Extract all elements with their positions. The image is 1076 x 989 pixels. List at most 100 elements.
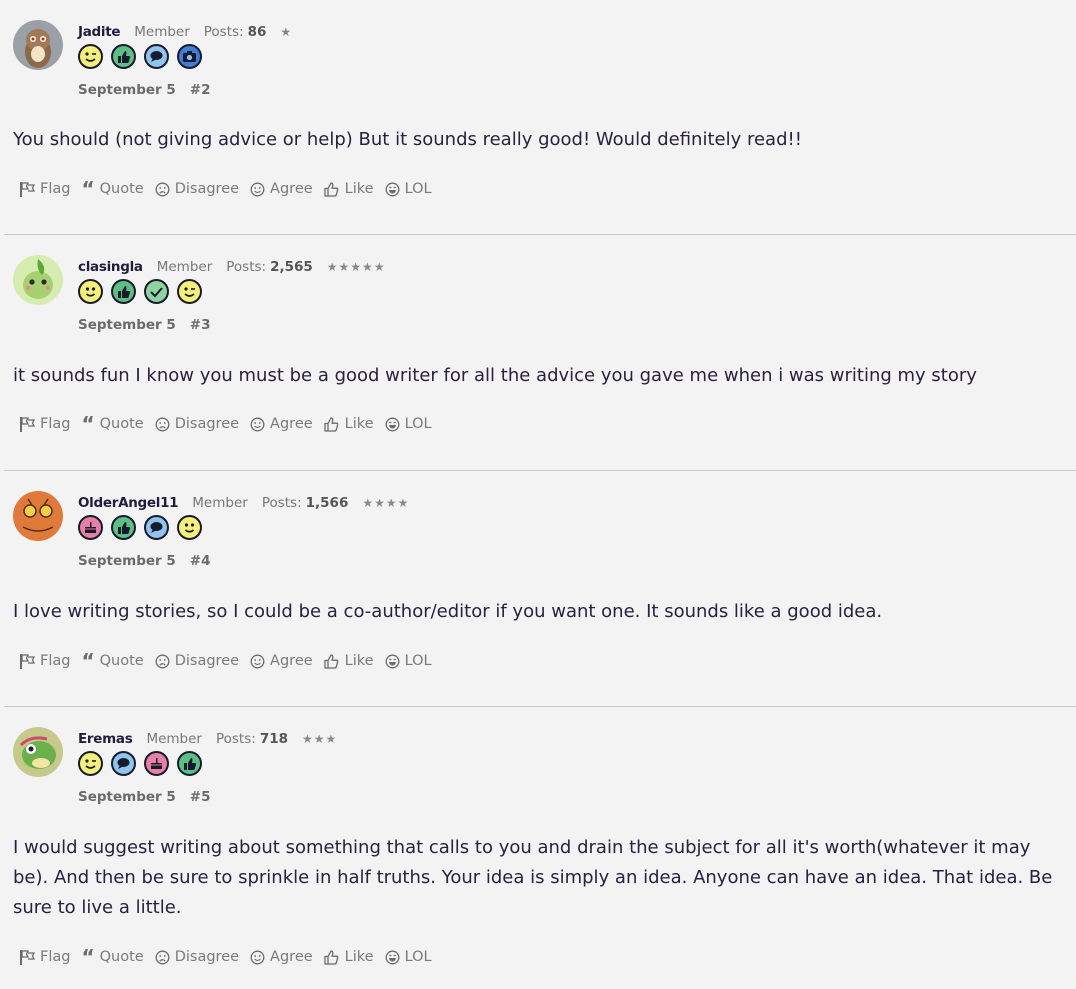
posts-count: 718 xyxy=(259,731,288,747)
agree-label: Agree xyxy=(270,416,313,432)
smile-face-icon xyxy=(250,654,265,668)
username[interactable]: Jadite xyxy=(78,24,121,40)
check-mark-icon[interactable] xyxy=(144,279,169,304)
quote-label: Quote xyxy=(99,653,144,669)
sad-face-icon xyxy=(155,417,170,431)
lol-label: LOL xyxy=(404,949,432,965)
flag-button[interactable]: Flag xyxy=(19,653,70,669)
comment-post: Eremas Member Posts: 718 ★★★ September 5… xyxy=(4,707,1076,989)
cake-icon[interactable] xyxy=(78,515,103,540)
flag-label: Flag xyxy=(40,416,71,432)
quote-button[interactable]: “Quote xyxy=(81,649,144,673)
sad-face-icon xyxy=(155,654,170,668)
flag-button[interactable]: Flag xyxy=(19,949,70,965)
lol-label: LOL xyxy=(404,181,432,197)
posts-count: 1,566 xyxy=(305,495,349,511)
like-button[interactable]: Like xyxy=(324,653,374,669)
laugh-face-icon xyxy=(385,654,400,668)
post-dateline: September 5 #4 xyxy=(78,553,211,569)
lol-button[interactable]: LOL xyxy=(385,181,432,197)
thumbs-up-icon xyxy=(324,181,339,197)
post-body: I love writing stories, so I could be a … xyxy=(13,601,883,622)
post-number[interactable]: #4 xyxy=(190,553,211,569)
flag-label: Flag xyxy=(40,181,71,197)
camera-icon[interactable] xyxy=(177,44,202,69)
quote-button[interactable]: “Quote xyxy=(81,945,144,969)
avatar[interactable] xyxy=(13,491,63,541)
quote-icon: “ xyxy=(81,945,95,969)
user-role: Member xyxy=(146,731,202,747)
quote-button[interactable]: “Quote xyxy=(81,179,143,199)
post-meta: Eremas Member Posts: 718 ★★★ xyxy=(78,731,337,747)
lol-label: LOL xyxy=(404,416,432,432)
posts-count: 2,565 xyxy=(270,259,313,275)
thumbs-up-icon[interactable] xyxy=(111,515,136,540)
lol-button[interactable]: LOL xyxy=(385,949,432,965)
username[interactable]: OlderAngel11 xyxy=(78,495,179,511)
flag-icon xyxy=(20,949,35,965)
disagree-button[interactable]: Disagree xyxy=(155,949,239,965)
post-actions: Flag “Quote Disagree Agree Like LOL xyxy=(19,945,443,969)
quote-icon: “ xyxy=(81,412,95,436)
thumbs-up-icon[interactable] xyxy=(177,751,202,776)
post-date[interactable]: September 5 xyxy=(78,82,176,98)
speech-bubble-icon[interactable] xyxy=(144,515,169,540)
post-date[interactable]: September 5 xyxy=(78,789,176,805)
post-date[interactable]: September 5 xyxy=(78,553,176,569)
like-button[interactable]: Like xyxy=(324,949,374,965)
agree-label: Agree xyxy=(270,949,313,965)
avatar[interactable] xyxy=(13,727,63,777)
post-number[interactable]: #2 xyxy=(190,82,211,98)
wink-emoji-icon[interactable] xyxy=(78,751,103,776)
flag-button[interactable]: Flag xyxy=(19,416,70,432)
quote-label: Quote xyxy=(99,949,144,965)
smile-emoji-icon[interactable] xyxy=(78,279,103,304)
post-number[interactable]: #3 xyxy=(190,317,211,333)
agree-button[interactable]: Agree xyxy=(250,949,313,965)
post-meta: clasingla Member Posts: 2,565 ★★★★★ xyxy=(78,259,386,275)
flag-icon xyxy=(20,416,35,432)
wink-emoji-icon[interactable] xyxy=(78,44,103,69)
agree-button[interactable]: Agree xyxy=(250,181,313,197)
username[interactable]: Eremas xyxy=(78,731,133,747)
post-actions: Flag “Quote Disagree Agree Like LOL xyxy=(19,412,443,436)
quote-label: Quote xyxy=(99,416,144,432)
flag-button[interactable]: Flag xyxy=(19,181,70,197)
post-actions: Flag “Quote Disagree Agree Like LOL xyxy=(19,179,443,199)
disagree-button[interactable]: Disagree xyxy=(155,416,239,432)
smile-emoji-icon[interactable] xyxy=(177,515,202,540)
disagree-button[interactable]: Disagree xyxy=(155,653,239,669)
agree-button[interactable]: Agree xyxy=(250,416,313,432)
post-number[interactable]: #5 xyxy=(190,789,211,805)
rank-stars: ★★★ xyxy=(302,732,338,746)
speech-bubble-icon[interactable] xyxy=(111,751,136,776)
lol-button[interactable]: LOL xyxy=(385,653,432,669)
thumbs-up-icon[interactable] xyxy=(111,44,136,69)
thumbs-up-icon[interactable] xyxy=(111,279,136,304)
like-button[interactable]: Like xyxy=(324,416,374,432)
thumbs-up-icon xyxy=(324,949,339,965)
smile-face-icon xyxy=(250,950,265,964)
agree-button[interactable]: Agree xyxy=(250,653,313,669)
avatar[interactable] xyxy=(13,20,63,70)
posts-label: Posts: xyxy=(215,731,256,747)
quote-icon: “ xyxy=(81,649,95,673)
comment-post: OlderAngel11 Member Posts: 1,566 ★★★★ Se… xyxy=(4,471,1076,707)
username[interactable]: clasingla xyxy=(78,259,143,275)
wink-emoji-icon[interactable] xyxy=(177,279,202,304)
post-body: I would suggest writing about something … xyxy=(13,837,1053,918)
post-body: You should (not giving advice or help) B… xyxy=(13,129,802,150)
lol-button[interactable]: LOL xyxy=(385,416,432,432)
like-button[interactable]: Like xyxy=(324,181,374,197)
user-role: Member xyxy=(156,259,213,275)
laugh-face-icon xyxy=(385,417,400,431)
laugh-face-icon xyxy=(385,182,400,196)
disagree-label: Disagree xyxy=(174,181,240,197)
post-date[interactable]: September 5 xyxy=(78,317,176,333)
disagree-button[interactable]: Disagree xyxy=(155,181,239,197)
cake-icon[interactable] xyxy=(144,751,169,776)
like-label: Like xyxy=(344,949,374,965)
speech-bubble-icon[interactable] xyxy=(144,44,169,69)
quote-button[interactable]: “Quote xyxy=(81,412,144,436)
avatar[interactable] xyxy=(13,255,63,305)
